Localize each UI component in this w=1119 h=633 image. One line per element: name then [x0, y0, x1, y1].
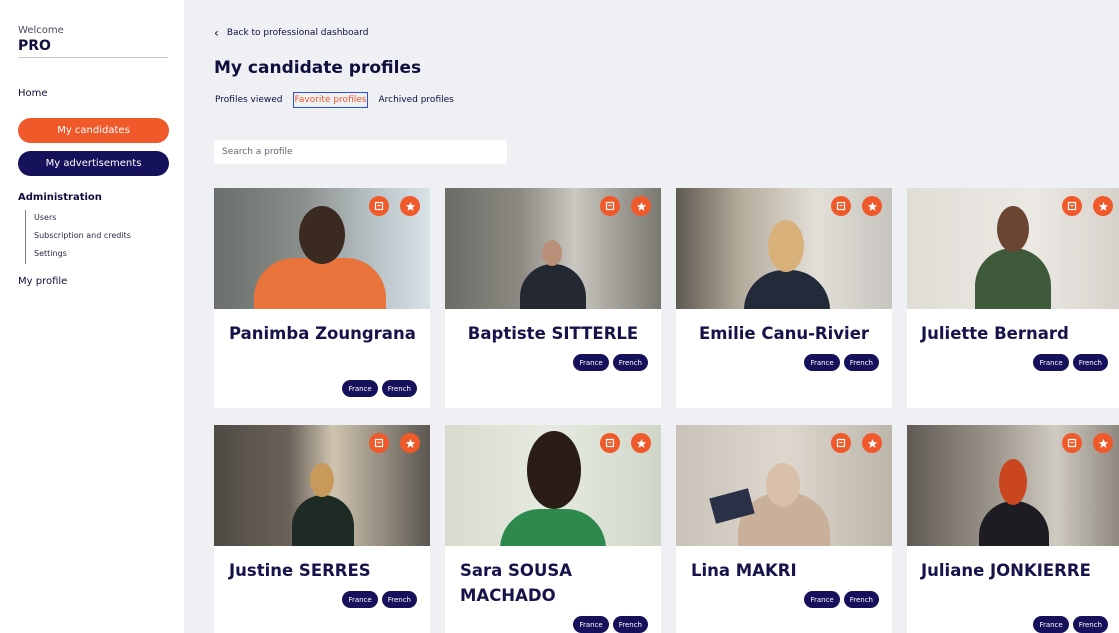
welcome-label: Welcome: [18, 25, 64, 36]
candidate-photo: [676, 425, 892, 546]
candidate-photo: [907, 188, 1119, 309]
archive-icon[interactable]: [831, 433, 851, 453]
profile-tabs: Profiles viewed Favorite profiles Archiv…: [214, 92, 455, 108]
candidate-name: Baptiste SITTERLE: [467, 324, 639, 343]
nav-home[interactable]: Home: [18, 88, 48, 99]
candidate-card[interactable]: Panimba Zoungrana France French: [214, 188, 430, 408]
candidate-photo: [445, 425, 661, 546]
my-candidates-button[interactable]: My candidates: [18, 118, 169, 143]
country-tag: France: [342, 380, 378, 397]
candidate-photo: [907, 425, 1119, 546]
nav-settings[interactable]: Settings: [34, 246, 131, 264]
back-link[interactable]: ‹ Back to professional dashboard: [214, 27, 368, 39]
country-tag: France: [573, 354, 609, 371]
archive-icon[interactable]: [1062, 433, 1082, 453]
candidate-card[interactable]: Juliette Bernard France French: [907, 188, 1119, 408]
country-tag: France: [573, 616, 609, 633]
archive-icon[interactable]: [369, 196, 389, 216]
my-advertisements-button[interactable]: My advertisements: [18, 151, 169, 176]
archive-icon[interactable]: [600, 433, 620, 453]
language-tag: French: [612, 354, 648, 371]
divider: [18, 57, 168, 58]
archive-icon[interactable]: [831, 196, 851, 216]
language-tag: French: [1072, 616, 1108, 633]
nav-users[interactable]: Users: [34, 210, 131, 228]
country-tag: France: [342, 591, 378, 608]
star-icon[interactable]: [1093, 433, 1113, 453]
language-tag: French: [381, 591, 417, 608]
star-icon[interactable]: [1093, 196, 1113, 216]
chevron-left-icon: ‹: [214, 26, 219, 40]
star-icon[interactable]: [400, 196, 420, 216]
candidate-name: Sara SOUSA MACHADO: [460, 561, 572, 605]
candidate-photo: [214, 425, 430, 546]
candidate-card[interactable]: Sara SOUSA MACHADO France French: [445, 425, 661, 633]
tab-archived-profiles[interactable]: Archived profiles: [377, 93, 454, 107]
search-input[interactable]: [214, 140, 507, 164]
candidate-tags: France French: [342, 591, 417, 608]
candidate-photo: [214, 188, 430, 309]
candidate-tags: France French: [804, 354, 879, 371]
candidate-photo: [676, 188, 892, 309]
candidate-name: Juliane JONKIERRE: [921, 561, 1091, 580]
archive-icon[interactable]: [600, 196, 620, 216]
country-tag: France: [1033, 616, 1069, 633]
tab-profiles-viewed[interactable]: Profiles viewed: [214, 93, 284, 107]
account-role: PRO: [18, 38, 51, 54]
candidate-tags: France French: [573, 616, 648, 633]
candidate-name: Justine SERRES: [229, 561, 371, 580]
candidate-card[interactable]: Justine SERRES France French: [214, 425, 430, 633]
country-tag: France: [804, 354, 840, 371]
candidate-tags: France French: [342, 380, 417, 397]
candidate-tags: France French: [573, 354, 648, 371]
back-link-label: Back to professional dashboard: [226, 28, 369, 38]
archive-icon[interactable]: [1062, 196, 1082, 216]
country-tag: France: [1033, 354, 1069, 371]
archive-icon[interactable]: [369, 433, 389, 453]
candidate-name: Juliette Bernard: [921, 324, 1069, 343]
language-tag: French: [1072, 354, 1108, 371]
star-icon[interactable]: [862, 196, 882, 216]
language-tag: French: [843, 354, 879, 371]
star-icon[interactable]: [862, 433, 882, 453]
candidate-card[interactable]: Lina MAKRI France French: [676, 425, 892, 633]
language-tag: French: [843, 591, 879, 608]
star-icon[interactable]: [631, 433, 651, 453]
candidate-tags: France French: [1033, 354, 1108, 371]
language-tag: French: [381, 380, 417, 397]
star-icon[interactable]: [631, 196, 651, 216]
candidate-card[interactable]: Juliane JONKIERRE France French: [907, 425, 1119, 633]
candidate-name: Lina MAKRI: [691, 561, 797, 580]
candidate-name: Panimba Zoungrana: [229, 324, 416, 343]
country-tag: France: [804, 591, 840, 608]
administration-submenu: Users Subscription and credits Settings: [25, 210, 131, 264]
administration-heading: Administration: [18, 192, 102, 203]
candidate-photo: [445, 188, 661, 309]
nav-my-profile[interactable]: My profile: [18, 276, 67, 287]
candidate-card[interactable]: Emilie Canu-Rivier France French: [676, 188, 892, 408]
tab-favorite-profiles[interactable]: Favorite profiles: [292, 92, 369, 108]
page-title: My candidate profiles: [214, 58, 422, 78]
sidebar: Welcome PRO Home My candidates My advert…: [0, 0, 184, 633]
candidate-card[interactable]: Baptiste SITTERLE France French: [445, 188, 661, 408]
candidate-name: Emilie Canu-Rivier: [698, 324, 870, 343]
candidate-tags: France French: [804, 591, 879, 608]
candidate-tags: France French: [1033, 616, 1108, 633]
star-icon[interactable]: [400, 433, 420, 453]
nav-subscription-credits[interactable]: Subscription and credits: [34, 228, 131, 246]
language-tag: French: [612, 616, 648, 633]
